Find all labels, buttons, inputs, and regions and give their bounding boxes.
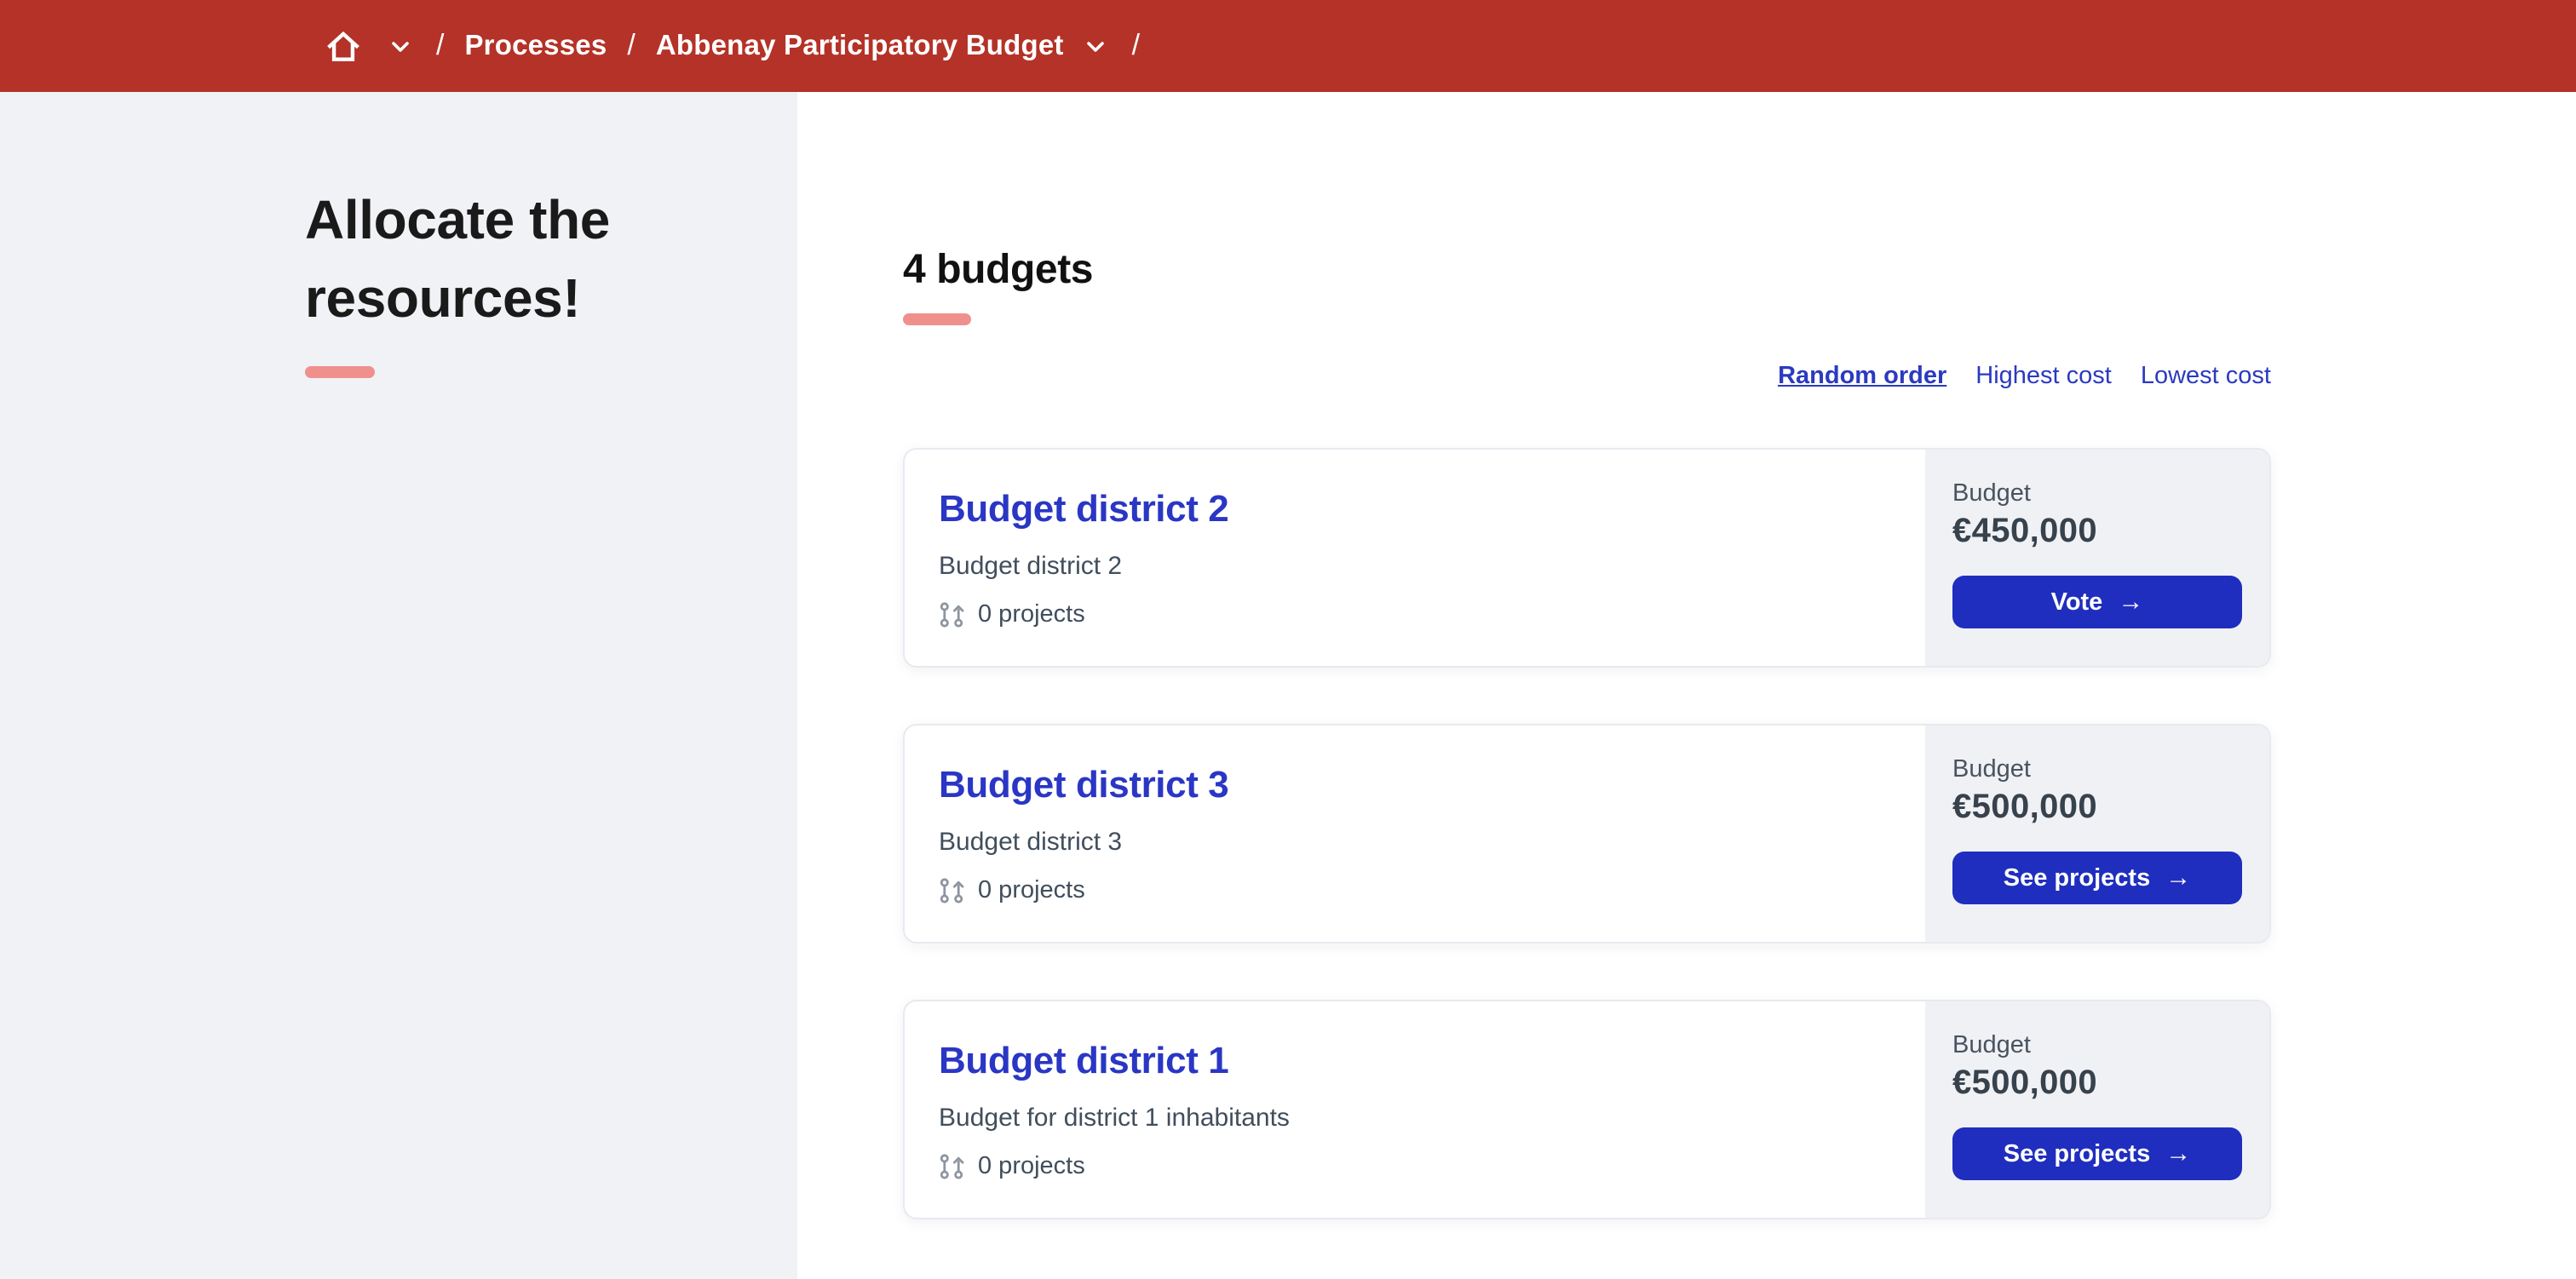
budget-description: Budget district 3 <box>939 828 1123 857</box>
budget-card-list: Budget district 2 Budget district 2 0 pr… <box>903 448 2271 1219</box>
budget-card-aside: Budget €450,000 Vote → <box>1925 450 2269 666</box>
budget-projects-count: 0 projects <box>939 601 1925 628</box>
budget-card: Budget district 3 Budget district 3 0 pr… <box>903 724 2271 943</box>
budget-title-link[interactable]: Budget district 3 <box>939 763 1229 807</box>
budget-projects-count: 0 projects <box>939 1153 1925 1180</box>
home-dropdown-toggle[interactable] <box>385 24 416 68</box>
sort-options: Random order Highest cost Lowest cost <box>903 363 2271 390</box>
main-content: 4 budgets Random order Highest cost Lowe… <box>797 92 2576 1279</box>
budget-label: Budget <box>1952 1032 2031 1059</box>
budget-description: Budget district 2 <box>939 552 1123 581</box>
budget-projects-count: 0 projects <box>939 877 1925 904</box>
budget-description: Budget for district 1 inhabitants <box>939 1104 1290 1133</box>
budget-label: Budget <box>1952 480 2031 508</box>
process-dropdown-toggle[interactable] <box>1081 24 1112 68</box>
top-navigation-bar: / Processes / Abbenay Participatory Budg… <box>0 0 2576 92</box>
projects-icon <box>939 601 966 628</box>
budget-amount: €500,000 <box>1952 789 2098 826</box>
projects-count-label: 0 projects <box>978 1153 1085 1180</box>
heading-accent-bar <box>903 313 971 325</box>
breadcrumb-separator: / <box>436 29 445 61</box>
sort-highest-cost-link[interactable]: Highest cost <box>1975 363 2112 390</box>
see-projects-button[interactable]: See projects → <box>1952 1127 2242 1180</box>
page-title: Allocate the resources! <box>305 189 610 329</box>
budget-card-body: Budget district 3 Budget district 3 0 pr… <box>905 726 1925 942</box>
breadcrumb: / Processes / Abbenay Participatory Budg… <box>325 24 1160 68</box>
chevron-down-icon <box>1087 31 1105 61</box>
budget-card: Budget district 1 Budget for district 1 … <box>903 1000 2271 1219</box>
budgets-count-heading: 4 budgets <box>903 247 1094 293</box>
projects-count-label: 0 projects <box>978 877 1085 904</box>
budget-card-body: Budget district 1 Budget for district 1 … <box>905 1001 1925 1218</box>
projects-icon <box>939 1153 966 1180</box>
chevron-down-icon <box>392 31 409 61</box>
sort-random-order-link[interactable]: Random order <box>1778 363 1946 390</box>
see-projects-button[interactable]: See projects → <box>1952 852 2242 904</box>
budget-amount: €450,000 <box>1952 513 2098 550</box>
home-icon <box>325 28 361 64</box>
budget-title-link[interactable]: Budget district 2 <box>939 487 1229 531</box>
projects-icon <box>939 877 966 904</box>
breadcrumb-processes-link[interactable]: Processes <box>464 30 607 62</box>
sidebar: Allocate the resources! <box>0 92 797 1279</box>
arrow-right-icon: → <box>2165 1139 2192 1168</box>
budget-card: Budget district 2 Budget district 2 0 pr… <box>903 448 2271 668</box>
see-projects-button-label: See projects <box>2003 1140 2151 1167</box>
vote-button[interactable]: Vote → <box>1952 576 2242 628</box>
title-accent-bar <box>305 366 375 378</box>
arrow-right-icon: → <box>2165 863 2192 892</box>
budget-amount: €500,000 <box>1952 1064 2098 1102</box>
breadcrumb-separator: / <box>1131 29 1141 61</box>
breadcrumb-process-title-link[interactable]: Abbenay Participatory Budget <box>656 30 1064 62</box>
budget-title-link[interactable]: Budget district 1 <box>939 1039 1229 1083</box>
budget-label: Budget <box>1952 756 2031 783</box>
arrow-right-icon: → <box>2118 588 2144 617</box>
budget-card-body: Budget district 2 Budget district 2 0 pr… <box>905 450 1925 666</box>
sort-lowest-cost-link[interactable]: Lowest cost <box>2141 363 2271 390</box>
see-projects-button-label: See projects <box>2003 864 2151 892</box>
breadcrumb-separator: / <box>627 29 635 61</box>
home-link[interactable] <box>325 28 361 64</box>
page: / Processes / Abbenay Participatory Budg… <box>0 0 2576 1279</box>
projects-count-label: 0 projects <box>978 601 1085 628</box>
vote-button-label: Vote <box>2050 588 2103 616</box>
budget-card-aside: Budget €500,000 See projects → <box>1925 726 2269 942</box>
budget-card-aside: Budget €500,000 See projects → <box>1925 1001 2269 1218</box>
